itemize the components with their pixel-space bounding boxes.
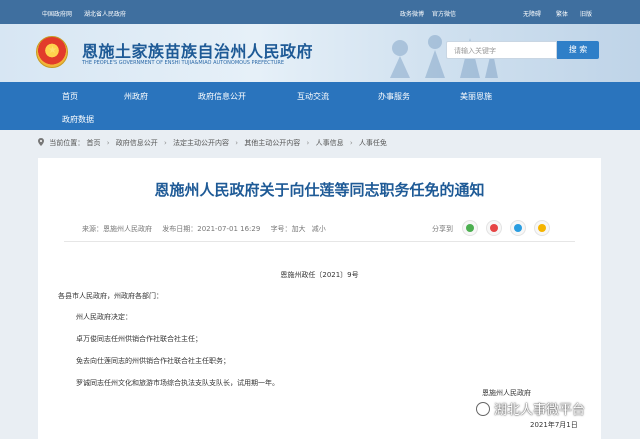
top-utility-bar: 中国政府网 湖北省人民政府 政务微博 官方微信 无障碍 繁体 旧版 <box>0 0 640 24</box>
main-nav: 首页 州政府 政府信息公开 互动交流 办事服务 美丽恩施 政府数据 <box>0 82 640 130</box>
paragraph: 州人民政府决定： <box>76 313 132 321</box>
nav-item-interaction[interactable]: 互动交流 <box>297 91 329 102</box>
chevron-right-icon: › <box>349 139 353 147</box>
breadcrumb: 当前位置： 首页 › 政府信息公开 › 法定主动公开内容 › 其他主动公开内容 … <box>38 137 387 148</box>
document-number: 恩施州政任〔2021〕9号 <box>280 271 359 279</box>
paragraph: 免去向仕莲同志的州供销合作社联合社主任职务； <box>76 357 230 365</box>
breadcrumb-appointments[interactable]: 人事任免 <box>359 138 387 148</box>
link-old-version[interactable]: 旧版 <box>580 9 592 18</box>
search-button[interactable]: 搜 索 <box>557 41 599 59</box>
nav-item-gov-data[interactable]: 政府数据 <box>62 114 94 125</box>
font-smaller-button[interactable]: 减小 <box>312 225 326 233</box>
qzone-share-icon[interactable] <box>534 220 550 236</box>
breadcrumb-personnel-info[interactable]: 人事信息 <box>316 138 344 148</box>
link-weibo[interactable]: 政务微博 <box>400 9 424 18</box>
article-meta: 来源：恩施州人民政府 发布日期：2021-07-01 16:29 字号：加大 减… <box>82 224 330 234</box>
link-wechat[interactable]: 官方微信 <box>432 9 456 18</box>
qq-share-icon[interactable] <box>510 220 526 236</box>
source-label: 来源： <box>82 225 103 233</box>
publish-time: 2021-07-01 16:29 <box>197 225 261 233</box>
nav-item-services[interactable]: 办事服务 <box>378 91 410 102</box>
wechat-official-account-icon <box>476 402 490 416</box>
link-gov-cn[interactable]: 中国政府网 <box>42 9 72 18</box>
breadcrumb-label: 当前位置： <box>49 139 85 147</box>
signature: 恩施州人民政府 <box>482 389 531 397</box>
source-value: 恩施州人民政府 <box>103 225 152 233</box>
watermark: 湖北人事微平台 <box>476 399 585 418</box>
salutation: 各县市人民政府，州政府各部门： <box>58 292 163 300</box>
article-card: 恩施州人民政府关于向仕莲等同志职务任免的通知 来源：恩施州人民政府 发布日期：2… <box>38 158 601 439</box>
nav-item-prefecture-gov[interactable]: 州政府 <box>124 91 148 102</box>
article-title: 恩施州人民政府关于向仕莲等同志职务任免的通知 <box>154 181 485 199</box>
link-hubei-gov[interactable]: 湖北省人民政府 <box>84 9 126 18</box>
header-banner: ★ 恩施土家族苗族自治州人民政府 THE PEOPLE'S GOVERNMENT… <box>0 24 640 82</box>
breadcrumb-info-disclosure[interactable]: 政府信息公开 <box>116 138 158 148</box>
nav-item-home[interactable]: 首页 <box>62 91 78 102</box>
paragraph: 卓万俊同志任州供销合作社联合社主任； <box>76 335 202 343</box>
watermark-text: 湖北人事微平台 <box>494 403 586 418</box>
nav-item-info-disclosure[interactable]: 政府信息公开 <box>198 91 246 102</box>
weibo-share-icon[interactable] <box>486 220 502 236</box>
paragraph: 罗诚同志任州文化和旅游市场综合执法支队支队长，试用期一年。 <box>76 379 279 387</box>
share-label: 分享到 <box>432 225 453 233</box>
nav-item-beautiful-enshi[interactable]: 美丽恩施 <box>460 91 492 102</box>
link-traditional[interactable]: 繁体 <box>556 9 568 18</box>
chevron-right-icon: › <box>235 139 239 147</box>
chevron-right-icon: › <box>163 139 167 147</box>
location-pin-icon <box>38 138 44 146</box>
site-subtitle: THE PEOPLE'S GOVERNMENT OF ENSHI TUJIA&M… <box>82 60 285 66</box>
breadcrumb-home[interactable]: 首页 <box>86 138 100 148</box>
link-accessibility[interactable]: 无障碍 <box>523 9 541 18</box>
site-title[interactable]: 恩施土家族苗族自治州人民政府 <box>82 38 313 62</box>
breadcrumb-other[interactable]: 其他主动公开内容 <box>244 138 300 148</box>
chevron-right-icon: › <box>306 139 310 147</box>
search-input[interactable]: 请输入关键字 <box>446 41 557 59</box>
publish-label: 发布日期： <box>162 225 198 233</box>
font-size-label: 字号： <box>270 225 292 233</box>
issue-date: 2021年7月1日 <box>530 421 578 429</box>
wechat-share-icon[interactable] <box>462 220 478 236</box>
font-larger-button[interactable]: 加大 <box>292 225 306 233</box>
breadcrumb-statutory[interactable]: 法定主动公开内容 <box>173 138 229 148</box>
divider <box>64 241 575 242</box>
chevron-right-icon: › <box>106 139 110 147</box>
national-emblem-icon: ★ <box>36 36 68 68</box>
